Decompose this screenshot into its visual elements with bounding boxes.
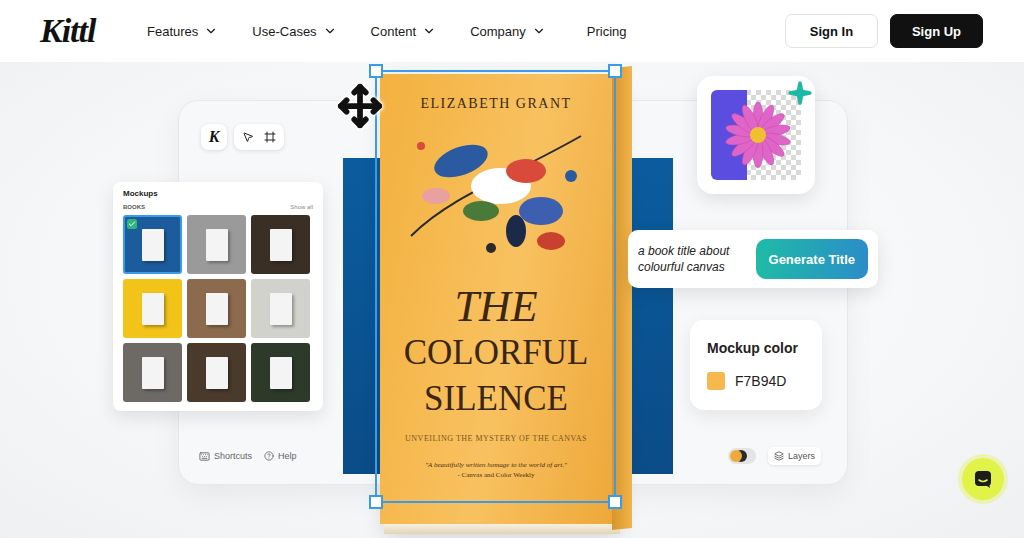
tool-group [234,124,284,150]
book-title-line: COLORFUL [404,330,589,376]
show-all-link[interactable]: Show all [290,204,313,210]
editor-logo[interactable]: K [201,124,227,150]
frame-icon[interactable] [264,131,276,143]
book-quote: "A beautifully written homage to the wor… [425,461,567,469]
mockup-color-label: Mockup color [707,340,805,356]
mockup-thumbnail[interactable] [187,343,246,402]
book-mockup [206,229,228,261]
chevron-down-icon [204,24,218,38]
keyboard-icon [199,451,210,462]
book-mockup [142,229,164,261]
book-title: THECOLORFULSILENCE [404,284,589,422]
selected-badge [127,219,137,229]
nav-item[interactable]: Pricing [587,24,627,39]
book-mockup [270,229,292,261]
chat-icon [973,469,993,489]
bottom-bar-right: Layers [673,438,847,474]
flower-image [711,90,801,180]
move-icon [337,83,383,129]
sparkle [787,80,813,110]
layers-icon [774,451,784,461]
mockup-thumbnail[interactable] [251,215,310,274]
pointer-icon[interactable] [242,131,254,143]
chevron-down-icon [532,24,546,38]
sign-in-button[interactable]: Sign In [785,14,878,48]
book-subtitle: UNVEILING THE MYSTERY OF THE CANVAS [405,434,587,443]
paint-splash-illustration [391,116,601,266]
toggle-knob [730,450,742,462]
resize-handle[interactable] [369,495,383,509]
book-title-line: THE [454,284,537,330]
ai-prompt-card: a book title about colourful canvasGener… [628,230,878,288]
top-nav: Kittl Features Use-Cases Content Company Pric… [0,0,1024,62]
sign-up-button[interactable]: Sign Up [890,14,983,48]
book-cover[interactable]: ELIZABETH GRANT THECOLORFULSILENCE UNVEILI… [380,74,612,524]
theme-toggle[interactable] [728,448,756,464]
mockup-thumbnail[interactable] [123,215,182,274]
nav-item[interactable]: Company [470,24,546,39]
book-title-line: SILENCE [424,376,568,422]
book-mockup [270,357,292,389]
panel-title: Mockups [123,189,313,198]
resize-handle[interactable] [608,64,622,78]
mockup-thumbnail[interactable] [251,343,310,402]
layers-button[interactable]: Layers [768,447,821,465]
help-icon [264,451,274,461]
generate-title-button[interactable]: Generate Title [756,239,868,279]
mockup-thumbnail[interactable] [123,279,182,338]
move-cursor [337,83,383,133]
book-author: ELIZABETH GRANT [420,96,571,112]
book-mockup [142,293,164,325]
mockup-thumbnail[interactable] [187,215,246,274]
quote-source: - Canvas and Color Weekly [457,471,534,479]
book-mockup [142,357,164,389]
shortcuts-link[interactable]: Shortcuts [199,451,252,462]
nav-item[interactable]: Use-Cases [252,24,336,39]
mockups-panel: Mockups BOOKS Show all [113,182,323,411]
prompt-input[interactable]: a book title about colourful canvas [638,243,748,275]
chevron-down-icon [323,24,337,38]
bottom-bar-left: Shortcuts Help [179,438,343,474]
nav-item[interactable]: Content [371,24,437,39]
thumbnail-grid [123,215,313,402]
resize-handle[interactable] [608,495,622,509]
nav-menu: Features Use-Cases Content Company Pricing [147,24,627,39]
book-mockup [206,293,228,325]
nav-item[interactable]: Features [147,24,218,39]
color-row[interactable]: F7B94D [707,372,805,390]
sparkle-icon [787,80,813,106]
hero-illustration: K Shortcuts Help Layers Mockups BOOKS Show all… [0,62,1024,538]
category-label: BOOKS [123,204,145,210]
color-swatch[interactable] [707,372,725,390]
flower-icon [723,100,793,170]
resize-handle[interactable] [369,64,383,78]
chevron-down-icon [422,24,436,38]
mockup-color-card: Mockup color F7B94D [690,320,822,410]
mockup-thumbnail[interactable] [123,343,182,402]
kittl-logo[interactable]: Kittl [40,12,120,50]
chat-button[interactable] [962,458,1004,500]
book-mockup [206,357,228,389]
auth-buttons: Sign In Sign Up [785,14,983,48]
mockup-thumbnail[interactable] [187,279,246,338]
mockup-thumbnail[interactable] [251,279,310,338]
page: Kittl Features Use-Cases Content Company Pric… [0,0,1024,538]
background-removal-card [697,76,815,194]
color-value[interactable]: F7B94D [735,373,786,389]
selection-box[interactable] [375,70,616,503]
help-link[interactable]: Help [264,451,297,461]
check-icon [128,220,136,228]
book-mockup [270,293,292,325]
panel-subheader: BOOKS Show all [123,204,313,210]
